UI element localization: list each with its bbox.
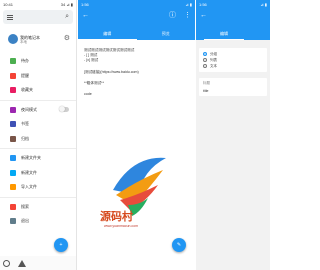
- field-label: 标题: [203, 81, 210, 85]
- back-icon[interactable]: ←: [200, 12, 207, 19]
- moon-icon: [10, 106, 16, 113]
- field-value[interactable]: title: [199, 89, 267, 96]
- avatar: [8, 34, 18, 44]
- menu-item-label: 提醒: [21, 72, 29, 78]
- profile-header[interactable]: 我的笔记本 本地 ⚙: [0, 26, 76, 54]
- status-bar: 1:56 ⊿ ▮: [78, 0, 195, 8]
- tab-preview[interactable]: 预览: [137, 28, 196, 40]
- bottom-bar: [0, 256, 76, 270]
- folder-add-icon: [10, 155, 16, 162]
- back-icon[interactable]: ←: [82, 12, 89, 19]
- import-icon: [10, 184, 16, 191]
- star-icon: [10, 87, 16, 94]
- todo-icon: [10, 58, 16, 65]
- menu-divider: [0, 99, 76, 101]
- radio-checked-icon[interactable]: [203, 52, 207, 56]
- option-label: 列表: [210, 57, 217, 62]
- drawer-panel: 10:41 34 ⊿ ▮ ⌕ 我的笔记本 本地 ⚙ 待办提醒收藏夹夜间模式书签归…: [0, 0, 77, 270]
- menu-item[interactable]: 归档: [0, 132, 76, 147]
- edit-fab[interactable]: ✎: [172, 238, 186, 252]
- status-indicators: ⊿ ▮: [260, 1, 267, 7]
- file-add-icon: [10, 169, 16, 176]
- settings-icon[interactable]: [3, 259, 10, 267]
- night-mode-toggle[interactable]: [59, 106, 69, 112]
- status-bar: 1:56 ⊿ ▮: [196, 0, 270, 8]
- status-time: 10:41: [3, 1, 14, 7]
- menu-item[interactable]: 导入文件: [0, 180, 76, 195]
- menu-item[interactable]: 新建文件夹: [0, 151, 76, 166]
- search-icon[interactable]: ⌕: [65, 13, 69, 21]
- search-icon: [10, 203, 16, 210]
- watermark-url: www.yuanmacun.com: [104, 224, 139, 228]
- menu-item-label: 书签: [21, 121, 29, 127]
- status-time: 1:56: [81, 1, 89, 7]
- editor-appbar: 1:56 ⊿ ▮ ← ⓘ ⋮ 编辑 预览: [78, 0, 195, 40]
- profile-sub: 本地: [20, 40, 27, 44]
- menu-divider: [0, 196, 76, 198]
- search-bar[interactable]: ⌕: [3, 10, 73, 24]
- title-bar: 编辑: [196, 28, 270, 40]
- radio-icon[interactable]: [203, 64, 207, 68]
- exit-icon: [10, 218, 16, 225]
- menu-item-label: 导入文件: [21, 184, 37, 190]
- alarm-icon: [10, 72, 16, 79]
- menu-item-label: 退出: [21, 218, 29, 224]
- settings-panel: 1:56 ⊿ ▮ ← 编辑 分组 列表 文本 标题 title: [196, 0, 270, 270]
- field-card[interactable]: 标题 title: [199, 78, 267, 96]
- cloud-icon[interactable]: [18, 259, 26, 267]
- bookmark-icon: [10, 121, 16, 128]
- more-icon[interactable]: ⋮: [184, 11, 191, 19]
- status-indicators: ⊿ ▮: [185, 1, 192, 7]
- status-indicators: 34 ⊿ ▮: [60, 1, 73, 7]
- menu-item[interactable]: 提醒: [0, 69, 76, 84]
- archive-icon: [10, 135, 16, 142]
- menu-item[interactable]: 夜间模式: [0, 103, 76, 118]
- toolbar: ←: [196, 8, 270, 22]
- tab-bar: 编辑 预览: [78, 28, 195, 40]
- option-label: 文本: [210, 63, 217, 68]
- tab-edit[interactable]: 编辑: [78, 28, 137, 40]
- status-time: 1:56: [199, 1, 207, 7]
- menu-item-label: 搜索: [21, 203, 29, 209]
- gear-icon[interactable]: ⚙: [64, 34, 70, 42]
- menu-item[interactable]: 收藏夹: [0, 83, 76, 98]
- editor-content[interactable]: 测试测试测试测试测试测试测试 - [ ] 测试 - [x] 测试 [测试链接](…: [78, 40, 195, 105]
- menu-item-label: 收藏夹: [21, 87, 33, 93]
- menu-item[interactable]: 待办: [0, 54, 76, 69]
- status-bar: 10:41 34 ⊿ ▮: [0, 0, 76, 8]
- menu-item[interactable]: 搜索: [0, 200, 76, 215]
- menu-item-label: 新建文件夹: [21, 155, 41, 161]
- menu-item-label: 新建文件: [21, 169, 37, 175]
- editor-panel: 1:56 ⊿ ▮ ← ⓘ ⋮ 编辑 预览 测试测试测试测试测试测试测试 - [ …: [78, 0, 195, 270]
- menu-icon[interactable]: [7, 14, 13, 20]
- toolbar: ← ⓘ ⋮: [78, 8, 195, 22]
- options-card: 分组 列表 文本: [199, 48, 267, 72]
- settings-appbar: 1:56 ⊿ ▮ ← 编辑: [196, 0, 270, 40]
- drawer-menu: 待办提醒收藏夹夜间模式书签归档新建文件夹新建文件导入文件搜索退出: [0, 54, 76, 229]
- menu-item[interactable]: 新建文件: [0, 166, 76, 181]
- option-row[interactable]: 文本: [199, 63, 267, 69]
- watermark-text: 源码村: [100, 210, 133, 223]
- radio-icon[interactable]: [203, 58, 207, 62]
- menu-item-label: 待办: [21, 58, 29, 64]
- menu-divider: [0, 148, 76, 149]
- info-icon[interactable]: ⓘ: [169, 10, 176, 20]
- menu-item-label: 归档: [21, 135, 29, 141]
- content-line: code: [84, 92, 92, 97]
- panel-title: 编辑: [204, 28, 244, 40]
- menu-item[interactable]: 退出: [0, 214, 76, 229]
- menu-item[interactable]: 书签: [0, 117, 76, 132]
- add-button[interactable]: +: [54, 238, 68, 252]
- option-label: 分组: [210, 51, 217, 56]
- menu-item-label: 夜间模式: [21, 106, 37, 112]
